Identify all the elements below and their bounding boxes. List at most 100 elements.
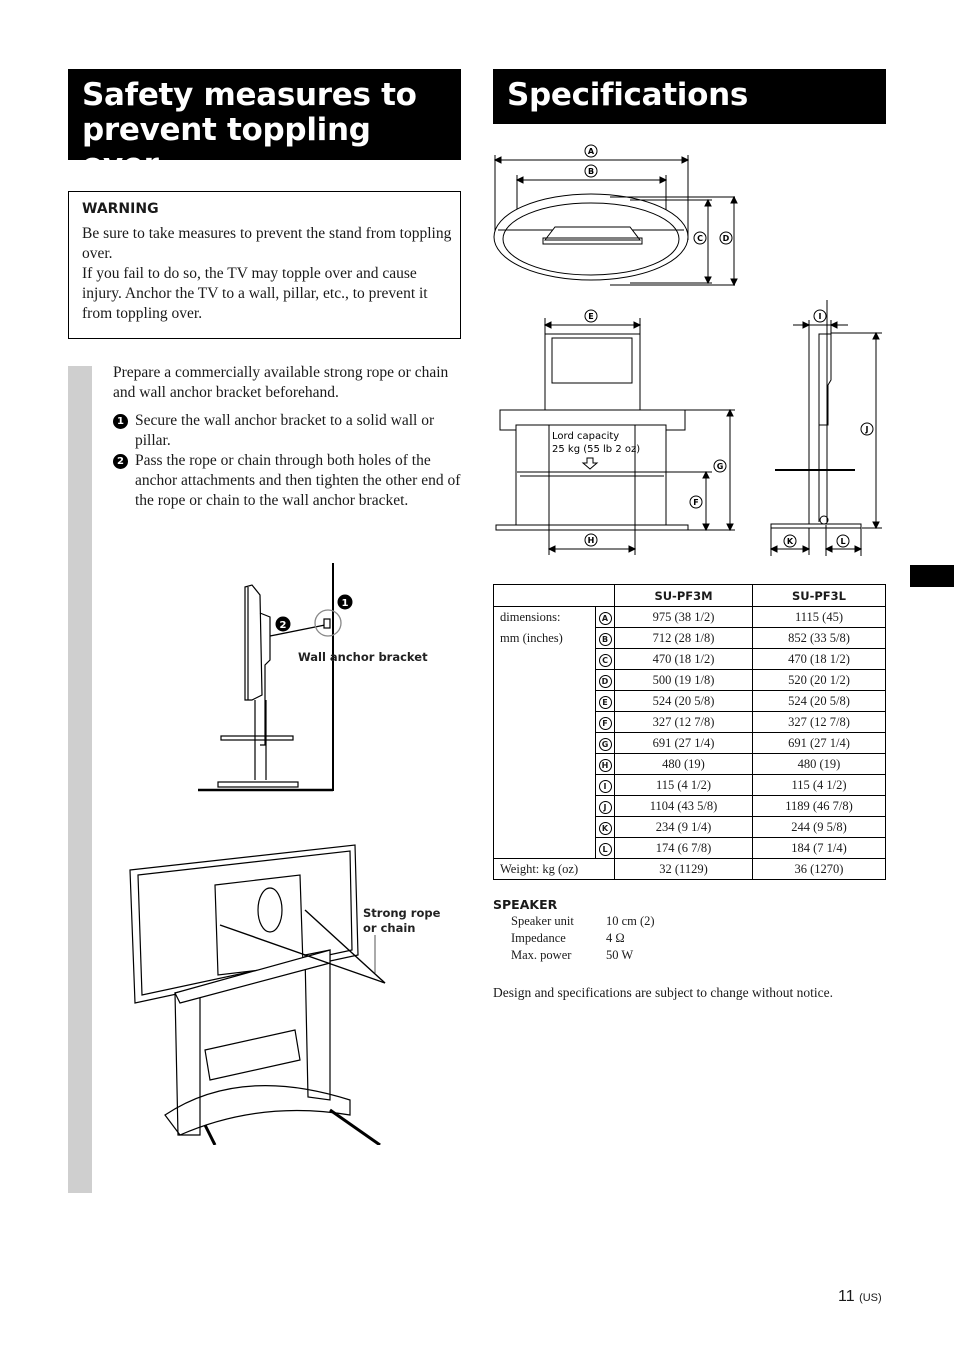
su-pf3m-value: 975 (38 1/2): [614, 606, 753, 628]
dim-label-K: K: [783, 534, 797, 548]
dimension-letter-cell: B: [595, 627, 615, 649]
front-view-dimension-diagram: Lord capacity 25 kg (55 lb 2 oz) E G F H: [495, 309, 735, 555]
dimension-letter-cell: H: [595, 753, 615, 775]
page-number-value: 11: [838, 1288, 855, 1305]
page-number: 11 (US): [838, 1288, 882, 1306]
su-pf3m-value: 500 (19 1/8): [614, 669, 753, 691]
dimension-letter-cell: C: [595, 648, 615, 670]
table-row: dimensions: mm (inches) A 975 (38 1/2) 1115 …: [493, 606, 886, 859]
weight-label: Weight: kg (oz): [493, 858, 615, 880]
instructions: Prepare a commercially available strong …: [113, 363, 463, 511]
dim-label-E: E: [584, 309, 598, 323]
su-pf3l-value: 1189 (46 7/8): [752, 795, 886, 817]
su-pf3m-value: 691 (27 1/4): [614, 732, 753, 754]
svg-text:F: F: [693, 498, 698, 507]
su-pf3l-weight: 36 (1270): [752, 858, 886, 880]
warning-line-2: If you fail to do so, the TV may topple …: [82, 265, 428, 322]
dim-label-B: B: [584, 164, 598, 178]
dimension-letter-badge: B: [598, 632, 612, 646]
su-pf3l-value: 115 (4 1/2): [752, 774, 886, 796]
dim-label-D: D: [719, 231, 733, 245]
table-header-row: SU-PF3M SU-PF3L: [493, 584, 886, 607]
callout-1-badge: 1: [337, 594, 353, 610]
section-title-safety: Safety measures to prevent toppling over: [68, 69, 461, 183]
speaker-specs: SPEAKER Speaker unit 10 cm (2) Impedance 4…: [493, 896, 886, 964]
dimension-letter-badge: L: [598, 842, 612, 856]
dimension-letter-cell: L: [595, 837, 615, 859]
warning-box: WARNING Be sure to take measures to prev…: [68, 191, 461, 339]
svg-text:J: J: [865, 425, 869, 434]
strong-rope-label-line-2: or chain: [363, 921, 416, 935]
rear-view-rope-illustration: [129, 844, 386, 1145]
dim-label-A: A: [584, 144, 598, 158]
section-title-specifications-text: Specifications: [507, 77, 749, 113]
su-pf3m-value: 234 (9 1/4): [614, 816, 753, 838]
speaker-row: Max. power 50 W: [493, 947, 886, 964]
su-pf3l-value: 520 (20 1/2): [752, 669, 886, 691]
svg-text:A: A: [588, 147, 595, 156]
dimension-letter-cell: E: [595, 690, 615, 712]
su-pf3m-value: 480 (19): [614, 753, 753, 775]
speaker-value: 4 Ω: [606, 931, 625, 945]
step-text: Secure the wall anchor bracket to a soli…: [135, 412, 435, 449]
su-pf3m-weight: 32 (1129): [614, 858, 753, 880]
change-notice: Design and specifications are subject to…: [493, 985, 834, 1000]
speaker-key: Speaker unit: [511, 914, 574, 928]
su-pf3l-value: 327 (12 7/8): [752, 711, 886, 733]
strong-rope-label-line-1: Strong rope: [363, 906, 441, 920]
su-pf3l-value: 691 (27 1/4): [752, 732, 886, 754]
warning-text: Be sure to take measures to prevent the …: [82, 224, 452, 324]
dimension-letter-badge: K: [598, 821, 612, 835]
warning-line-1: Be sure to take measures to prevent the …: [82, 225, 452, 262]
step-number-badge: 1: [113, 414, 128, 429]
table-header-su-pf3l: SU-PF3L: [752, 584, 886, 607]
speaker-row: Speaker unit 10 cm (2): [493, 913, 886, 930]
su-pf3l-value: 524 (20 5/8): [752, 690, 886, 712]
speaker-row: Impedance 4 Ω: [493, 930, 886, 947]
dim-label-H: H: [584, 533, 598, 547]
dimension-letter-badge: E: [598, 695, 612, 709]
su-pf3l-value: 184 (7 1/4): [752, 837, 886, 859]
speaker-value: 10 cm (2): [606, 914, 655, 928]
table-header-empty: [493, 584, 615, 607]
dimension-letter-cell: I: [595, 774, 615, 796]
dimension-letter-badge: F: [598, 716, 612, 730]
su-pf3l-value: 1115 (45): [752, 606, 886, 628]
dimension-letter-badge: D: [598, 674, 612, 688]
dimension-letter-badge: H: [598, 758, 612, 772]
specifications-table: SU-PF3M SU-PF3L dimensions: mm (inches) A 9…: [493, 584, 886, 880]
dimension-letter-cell: J: [595, 795, 615, 817]
step-number-badge: 2: [113, 454, 128, 469]
speaker-value: 50 W: [606, 948, 634, 962]
svg-text:E: E: [588, 312, 593, 321]
section-title-specifications: Specifications: [493, 69, 886, 124]
top-view-dimension-diagram: A B C D: [493, 144, 738, 287]
dim-label-F: F: [689, 495, 703, 509]
svg-text:K: K: [787, 537, 794, 546]
dim-label-C: C: [693, 231, 707, 245]
instruction-step: 2 Pass the rope or chain through both ho…: [113, 451, 463, 511]
dimension-letter-badge: C: [598, 653, 612, 667]
instructions-intro: Prepare a commercially available strong …: [113, 364, 449, 401]
step-text: Pass the rope or chain through both hole…: [135, 452, 461, 509]
svg-text:L: L: [840, 537, 845, 546]
section-title-safety-text: Safety measures to prevent toppling over: [82, 77, 417, 183]
dimension-letter-badge: G: [598, 737, 612, 751]
dimension-letter-cell: A: [595, 606, 615, 628]
callout-1-text: 1: [342, 598, 349, 609]
table-body: dimensions: mm (inches) A 975 (38 1/2) 1115 …: [493, 606, 886, 880]
load-capacity-line-1: Lord capacity: [552, 431, 619, 442]
dimension-letter-cell: K: [595, 816, 615, 838]
su-pf3m-value: 1104 (43 5/8): [614, 795, 753, 817]
speaker-key: Impedance: [511, 931, 566, 945]
dim-label-I: I: [813, 309, 827, 323]
wall-anchor-bracket-label: Wall anchor bracket: [298, 650, 428, 664]
su-pf3m-value: 470 (18 1/2): [614, 648, 753, 670]
dimension-letter-cell: G: [595, 732, 615, 754]
su-pf3m-value: 327 (12 7/8): [614, 711, 753, 733]
dimension-letter-cell: F: [595, 711, 615, 733]
wall-anchor-side-view-illustration: 1 2: [198, 563, 353, 792]
dim-label-L: L: [836, 534, 850, 548]
section-thumb-tab: [910, 565, 954, 587]
dimensions-label-line-2: mm (inches): [500, 631, 563, 645]
